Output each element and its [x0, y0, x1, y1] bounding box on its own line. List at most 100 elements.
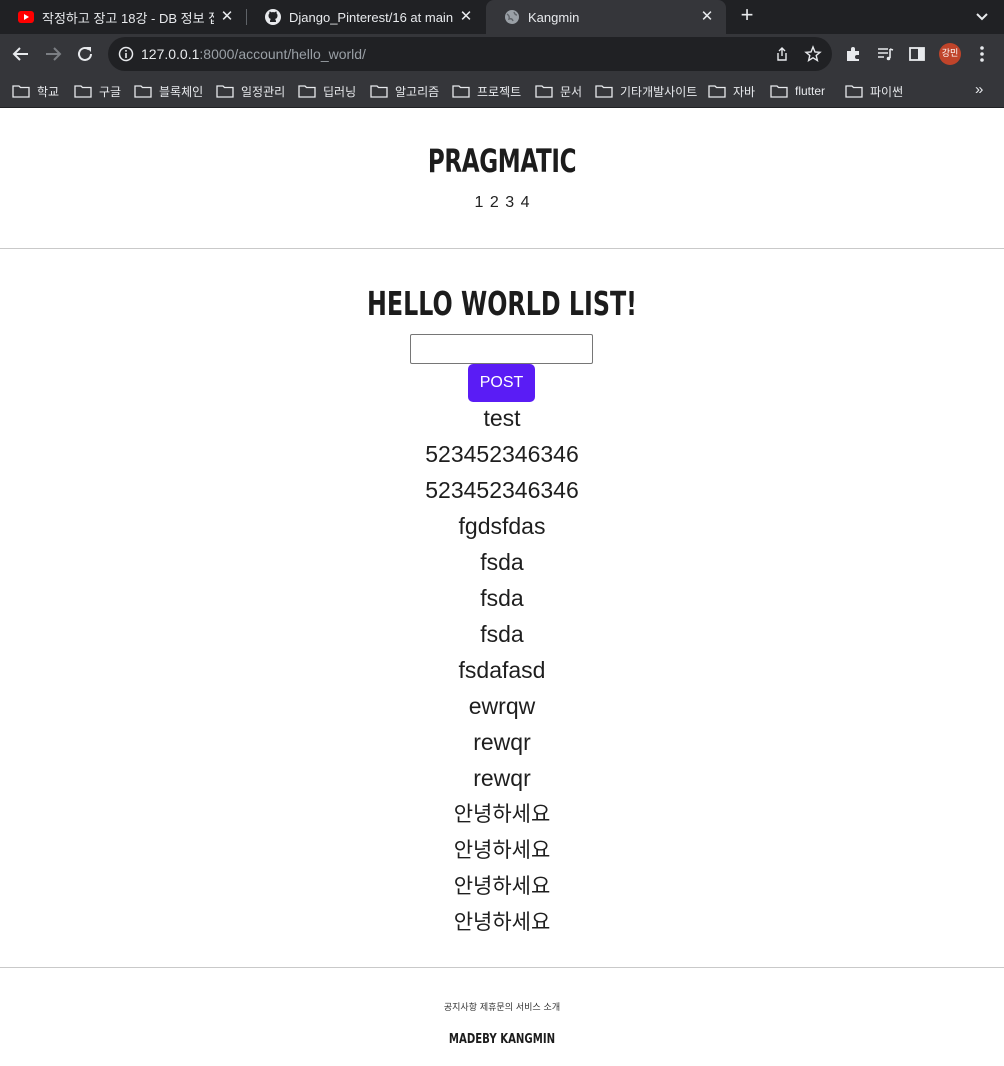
list-item: rewqr: [473, 729, 531, 755]
footer-link-notice[interactable]: 공지사항: [444, 1003, 477, 1013]
footer-links: 공지사항 제휴문의 서비스 소개: [0, 1000, 1004, 1013]
browser-toolbar: 127.0.0.1:8000/account/hello_world/ 강민: [0, 34, 1004, 74]
extensions-icon[interactable]: [843, 44, 863, 64]
info-icon[interactable]: [118, 46, 134, 62]
close-icon[interactable]: ✕: [457, 8, 475, 26]
list-item: 523452346346: [425, 477, 579, 503]
page-content: PRAGMATIC 1 2 3 4 HELLO WORLD LIST! POST…: [0, 108, 1004, 1066]
bookmarks-bar: 학교 구글 블록체인 일정관리 딥러닝 알고리즘 프로젝트 문서 기타개발사이트…: [0, 74, 1004, 108]
nav-link[interactable]: 2: [490, 194, 499, 211]
list-item: 안녕하세요: [453, 910, 551, 934]
footer-link-partnership[interactable]: 제휴문의: [480, 1003, 513, 1013]
reload-icon[interactable]: [73, 42, 97, 66]
list-item: fsda: [480, 621, 524, 647]
list-item: test: [483, 405, 521, 431]
url-host: 127.0.0.1: [141, 46, 200, 62]
bookmark-label: flutter: [795, 84, 826, 98]
forward-icon[interactable]: [41, 42, 65, 66]
close-icon[interactable]: ✕: [218, 8, 236, 26]
star-icon[interactable]: [804, 45, 822, 63]
tab-strip: 작정하고 장고 18강 - DB 정보 접근 ✕ Django_Pinteres…: [0, 0, 1004, 34]
close-icon[interactable]: ✕: [698, 8, 716, 26]
more-bookmarks-icon[interactable]: »: [975, 81, 983, 98]
tab-github[interactable]: Django_Pinterest/16 at main · K ✕: [247, 0, 485, 34]
nav-link[interactable]: 3: [505, 194, 514, 211]
bookmark-folder[interactable]: 문서: [535, 82, 582, 100]
hello-world-list: test 523452346346 523452346346 fgdsfdas …: [0, 400, 1004, 940]
chevron-down-icon[interactable]: [972, 7, 992, 27]
tab-youtube[interactable]: 작정하고 장고 18강 - DB 정보 접근 ✕: [0, 0, 246, 34]
folder-icon: [370, 85, 388, 98]
list-item: fsdafasd: [458, 657, 546, 683]
bookmark-label: 기타개발사이트: [620, 84, 698, 99]
bookmark-label: 구글: [99, 84, 122, 99]
bookmark-label: 자바: [733, 84, 756, 99]
bookmark-label: 알고리즘: [395, 84, 440, 99]
folder-icon: [708, 85, 726, 98]
bookmark-folder[interactable]: 구글: [74, 82, 121, 100]
new-tab-icon[interactable]: +: [736, 4, 758, 27]
bookmark-folder[interactable]: 프로젝트: [452, 82, 521, 100]
nav-link[interactable]: 4: [521, 194, 530, 211]
list-item: 안녕하세요: [453, 838, 551, 862]
folder-icon: [216, 85, 234, 98]
folder-icon: [452, 85, 470, 98]
address-bar[interactable]: 127.0.0.1:8000/account/hello_world/: [108, 37, 832, 71]
bookmark-folder[interactable]: 기타개발사이트: [595, 82, 697, 100]
folder-icon: [12, 85, 30, 98]
profile-avatar[interactable]: 강민: [939, 43, 961, 65]
list-item: fgdsfdas: [458, 513, 546, 539]
nav-link[interactable]: 1: [475, 194, 484, 211]
bookmark-folder[interactable]: 알고리즘: [370, 82, 439, 100]
header-nav: 1 2 3 4: [0, 194, 1004, 212]
site-logo[interactable]: PRAGMATIC: [141, 142, 864, 180]
folder-icon: [134, 85, 152, 98]
list-item: ewrqw: [468, 693, 536, 719]
bookmark-folder[interactable]: flutter: [770, 82, 825, 100]
footer-divider: [0, 967, 1004, 968]
folder-icon: [770, 85, 788, 98]
list-item: 안녕하세요: [453, 874, 551, 898]
list-item: 안녕하세요: [453, 802, 551, 826]
header-divider: [0, 248, 1004, 249]
bookmark-folder[interactable]: 일정관리: [216, 82, 285, 100]
bookmark-label: 딥러닝: [323, 84, 357, 99]
bookmark-label: 프로젝트: [477, 84, 522, 99]
github-icon: [265, 9, 281, 25]
tab-title: 작정하고 장고 18강 - DB 정보 접근: [42, 10, 214, 26]
url-text: 127.0.0.1:8000/account/hello_world/: [141, 46, 366, 62]
folder-icon: [74, 85, 92, 98]
bookmark-folder[interactable]: 학교: [12, 82, 59, 100]
globe-icon: [504, 9, 520, 25]
bookmark-folder[interactable]: 파이썬: [845, 82, 903, 100]
post-button[interactable]: POST: [468, 364, 535, 402]
bookmark-label: 학교: [37, 84, 60, 99]
list-item: 523452346346: [425, 441, 579, 467]
bookmark-folder[interactable]: 딥러닝: [298, 82, 356, 100]
bookmark-label: 문서: [560, 84, 583, 99]
bookmark-label: 블록체인: [159, 84, 204, 99]
bookmark-label: 일정관리: [241, 84, 286, 99]
folder-icon: [298, 85, 316, 98]
folder-icon: [535, 85, 553, 98]
tab-title: Kangmin: [528, 9, 580, 25]
reading-list-icon[interactable]: [875, 44, 895, 64]
list-item: fsda: [480, 549, 524, 575]
share-icon[interactable]: [774, 46, 790, 62]
folder-icon: [845, 85, 863, 98]
bookmark-folder[interactable]: 블록체인: [134, 82, 203, 100]
youtube-icon: [18, 9, 34, 25]
url-path: :8000/account/hello_world/: [199, 46, 366, 62]
tab-kangmin[interactable]: Kangmin ✕: [486, 0, 726, 34]
back-icon[interactable]: [9, 42, 33, 66]
bookmark-folder[interactable]: 자바: [708, 82, 755, 100]
list-item: rewqr: [473, 765, 531, 791]
folder-icon: [595, 85, 613, 98]
menu-dots-icon[interactable]: [972, 44, 992, 64]
bookmark-label: 파이썬: [870, 84, 904, 99]
hello-world-input[interactable]: [410, 334, 593, 364]
footer-link-about[interactable]: 서비스 소개: [516, 1003, 560, 1013]
side-panel-icon[interactable]: [907, 44, 927, 64]
list-item: fsda: [480, 585, 524, 611]
footer-brand: MADEBY KANGMIN: [448, 1032, 556, 1047]
